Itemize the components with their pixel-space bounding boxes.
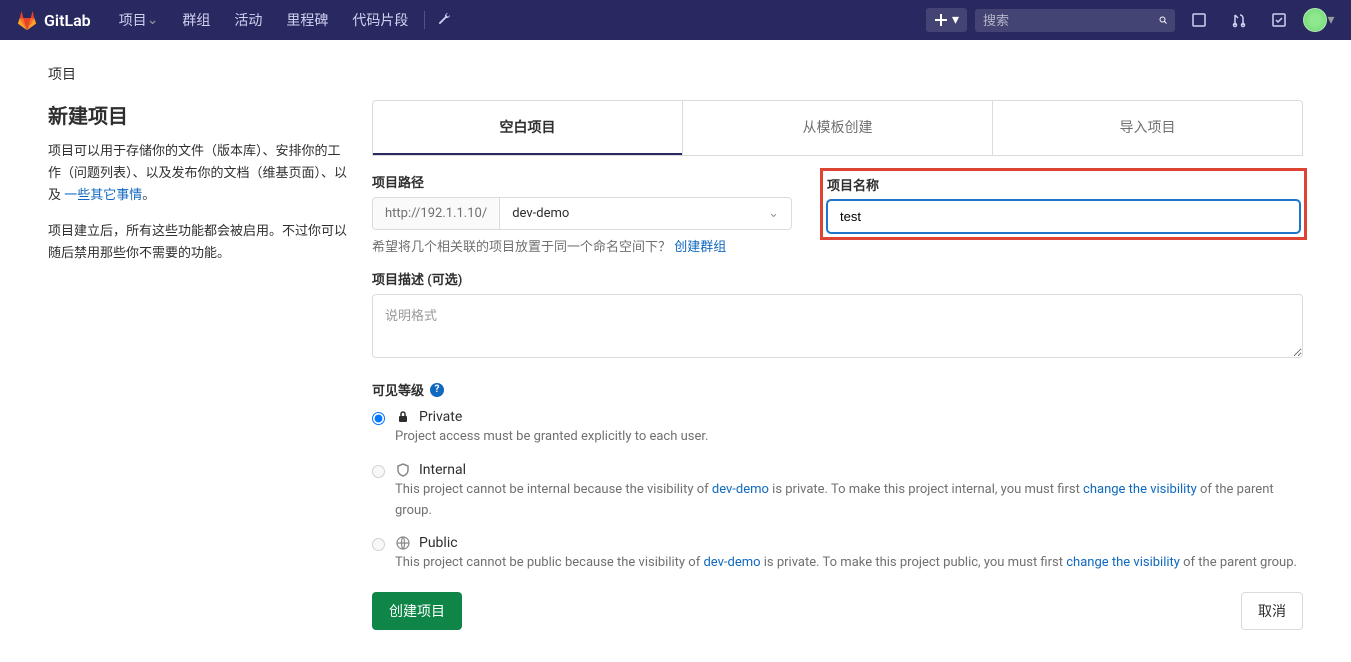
new-dropdown-button[interactable]: ▾ — [926, 8, 967, 32]
chevron-down-icon: ▾ — [1327, 12, 1334, 28]
name-label: 项目名称 — [827, 175, 1300, 194]
brand-text: GitLab — [44, 11, 91, 30]
search-input[interactable] — [983, 13, 1159, 28]
tab-template[interactable]: 从模板创建 — [682, 101, 992, 155]
visibility-internal-title: Internal — [419, 462, 466, 478]
navbar-right: ▾ ▾ — [926, 4, 1335, 36]
create-tabs: 空白项目 从模板创建 导入项目 — [372, 100, 1303, 156]
path-input-group: http://192.1.1.10/ dev-demo ⌄ — [372, 197, 792, 230]
page-desc-2: 项目建立后，所有这些功能都会被启用。不过你可以随后禁用那些你不需要的功能。 — [48, 221, 348, 265]
url-prefix: http://192.1.1.10/ — [372, 197, 499, 230]
globe-icon — [395, 535, 411, 551]
public-change-visibility-link[interactable]: change the visibility — [1066, 555, 1180, 570]
search-icon — [1159, 13, 1167, 27]
plus-icon — [934, 13, 948, 27]
navbar-left: GitLab 项目 ⌄ 群组 活动 里程碑 代码片段 — [16, 0, 461, 40]
tab-import[interactable]: 导入项目 — [992, 101, 1302, 155]
desc-label: 项目描述 (可选) — [372, 269, 1303, 288]
create-group-link[interactable]: 创建群组 — [674, 240, 726, 255]
internal-change-visibility-link[interactable]: change the visibility — [1083, 482, 1197, 497]
shield-icon — [395, 462, 411, 478]
namespace-hint: 希望将几个相关联的项目放置于同一个命名空间下？ 创建群组 — [372, 236, 792, 255]
user-avatar[interactable]: ▾ — [1303, 4, 1335, 36]
search-box[interactable] — [975, 9, 1175, 32]
visibility-internal-row: Internal This project cannot be internal… — [372, 462, 1303, 522]
content-row: 新建项目 项目可以用于存储你的文件（版本库）、安排你的工作（问题列表）、以及发布… — [48, 100, 1303, 646]
chevron-down-icon: ⌄ — [147, 12, 159, 28]
merge-requests-icon[interactable] — [1223, 4, 1255, 36]
admin-wrench-icon[interactable] — [429, 4, 461, 36]
visibility-internal-radio[interactable] — [372, 465, 385, 478]
visibility-public-radio[interactable] — [372, 538, 385, 551]
page-desc-1: 项目可以用于存储你的文件（版本库）、安排你的工作（问题列表）、以及发布你的文档（… — [48, 141, 348, 207]
path-label: 项目路径 — [372, 172, 792, 191]
visibility-private-desc: Project access must be granted explicitl… — [395, 427, 1303, 448]
project-desc-input[interactable] — [372, 294, 1303, 358]
visibility-public-desc: This project cannot be public because th… — [395, 553, 1303, 574]
nav-snippets[interactable]: 代码片段 — [340, 0, 420, 40]
nav-activity[interactable]: 活动 — [222, 0, 274, 40]
gitlab-logo[interactable]: GitLab — [16, 9, 91, 31]
nav-milestones[interactable]: 里程碑 — [274, 0, 340, 40]
chevron-down-icon: ⌄ — [768, 206, 779, 221]
nav-groups[interactable]: 群组 — [170, 0, 222, 40]
public-namespace-link[interactable]: dev-demo — [703, 555, 760, 570]
todos-icon[interactable] — [1263, 4, 1295, 36]
nav-project[interactable]: 项目 ⌄ — [107, 0, 171, 40]
project-name-input[interactable] — [827, 200, 1300, 233]
visibility-public-row: Public This project cannot be public bec… — [372, 535, 1303, 574]
namespace-select[interactable]: dev-demo ⌄ — [499, 197, 792, 230]
left-info-sidebar: 新建项目 项目可以用于存储你的文件（版本库）、安排你的工作（问题列表）、以及发布… — [48, 100, 348, 646]
visibility-label: 可见等级 ? — [372, 380, 1303, 399]
page-container: 项目 新建项目 项目可以用于存储你的文件（版本库）、安排你的工作（问题列表）、以… — [0, 40, 1351, 662]
project-form: 项目路径 http://192.1.1.10/ dev-demo ⌄ 希望将几个… — [372, 156, 1303, 646]
gitlab-icon — [16, 9, 38, 31]
name-column: 项目名称 — [824, 172, 1303, 255]
visibility-private-row: Private Project access must be granted e… — [372, 409, 1303, 448]
issues-icon[interactable] — [1183, 4, 1215, 36]
visibility-public-title: Public — [419, 535, 458, 551]
create-project-button[interactable]: 创建项目 — [372, 592, 462, 630]
main-form-area: 空白项目 从模板创建 导入项目 项目路径 http://192.1.1.10/ … — [372, 100, 1303, 646]
visibility-private-title: Private — [419, 409, 462, 425]
namespace-value: dev-demo — [512, 206, 569, 221]
form-actions: 创建项目 取消 — [372, 592, 1303, 630]
nav-separator — [424, 11, 425, 29]
visibility-private-radio[interactable] — [372, 412, 385, 425]
path-column: 项目路径 http://192.1.1.10/ dev-demo ⌄ 希望将几个… — [372, 172, 792, 255]
top-navbar: GitLab 项目 ⌄ 群组 活动 里程碑 代码片段 ▾ ▾ — [0, 0, 1351, 40]
chevron-down-icon: ▾ — [952, 12, 959, 28]
name-highlight-box: 项目名称 — [820, 168, 1307, 240]
page-title: 新建项目 — [48, 100, 348, 129]
other-things-link[interactable]: 一些其它事情 — [64, 188, 142, 203]
tab-blank[interactable]: 空白项目 — [373, 101, 682, 155]
lock-icon — [395, 409, 411, 425]
help-icon[interactable]: ? — [430, 383, 444, 397]
breadcrumb: 项目 — [48, 56, 1303, 100]
visibility-internal-desc: This project cannot be internal because … — [395, 480, 1303, 522]
internal-namespace-link[interactable]: dev-demo — [712, 482, 769, 497]
cancel-button[interactable]: 取消 — [1241, 592, 1303, 630]
